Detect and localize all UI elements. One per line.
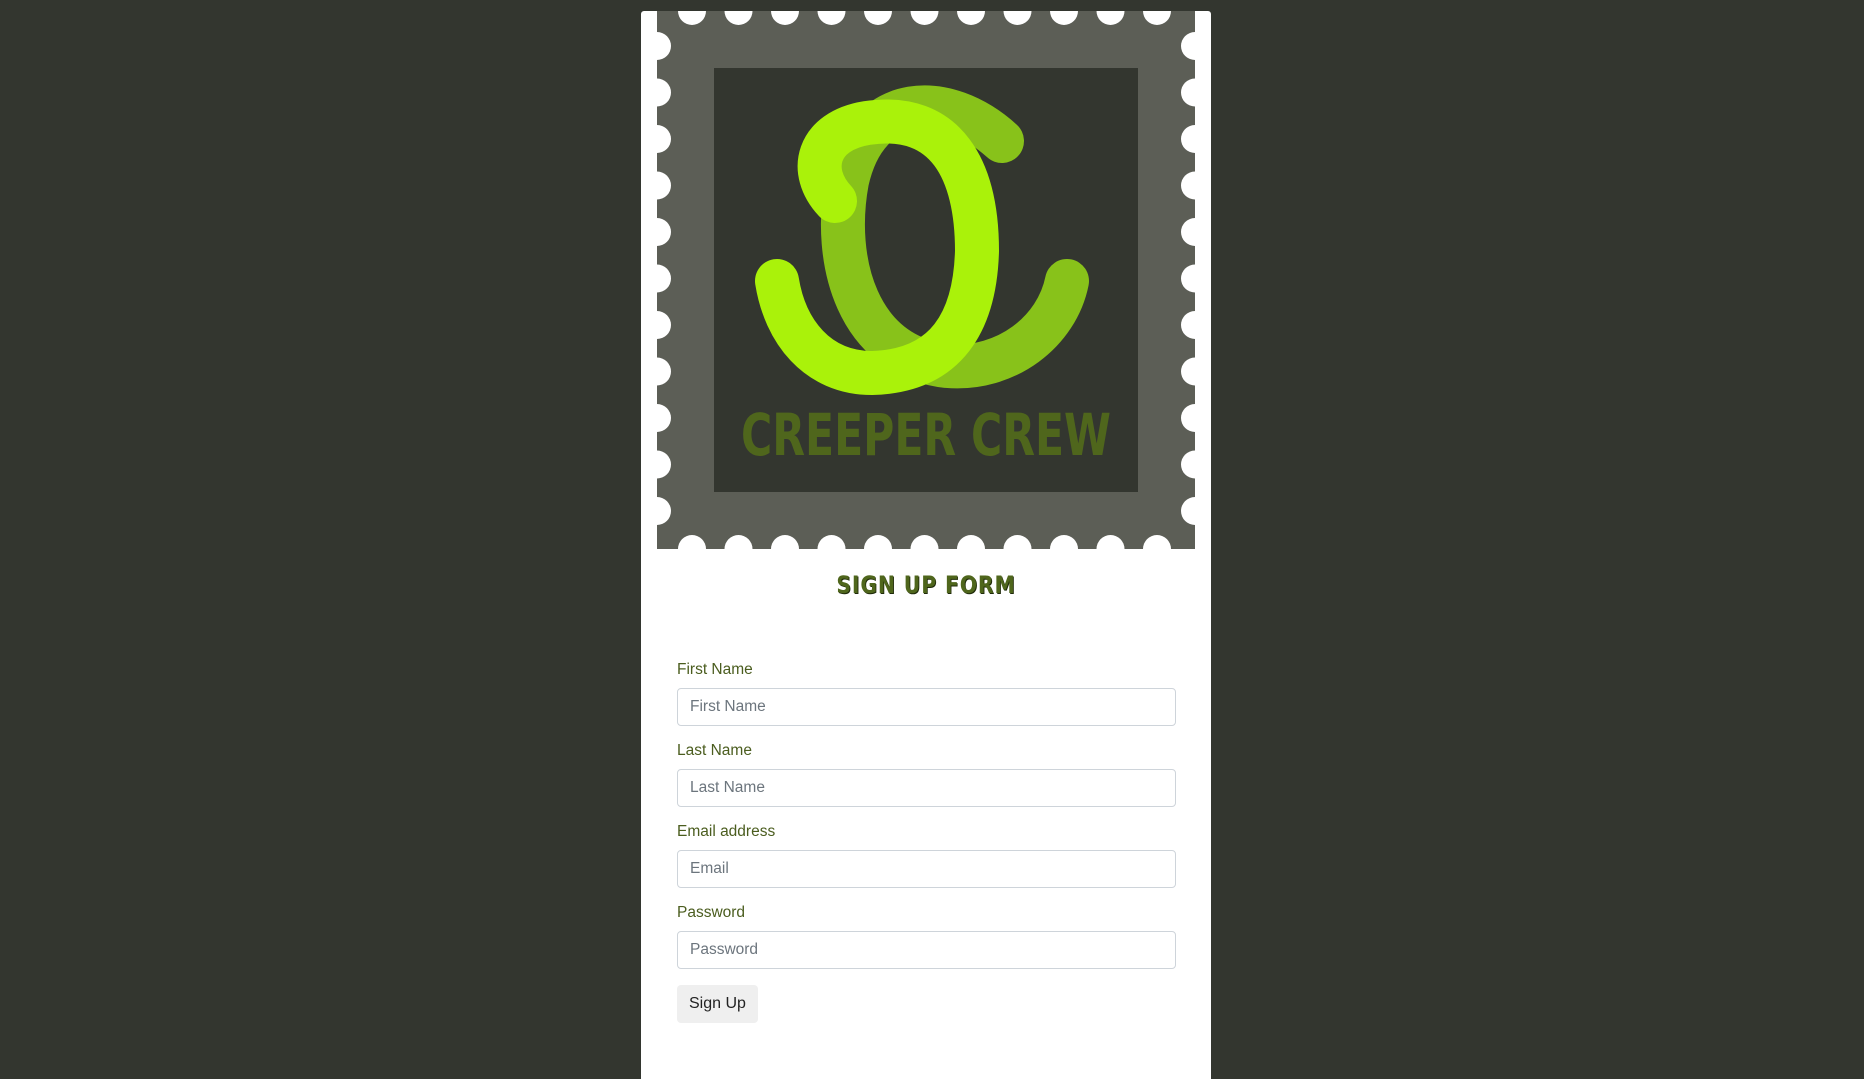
stamp-logo-image: CREEPER CREW bbox=[657, 11, 1195, 549]
email-group: Email address bbox=[677, 823, 1176, 888]
last-name-label: Last Name bbox=[677, 742, 752, 759]
first-name-input[interactable] bbox=[677, 688, 1176, 726]
form-title: SIGN UP FORM bbox=[836, 571, 1016, 599]
last-name-group: Last Name bbox=[677, 742, 1176, 807]
password-label: Password bbox=[677, 904, 746, 921]
first-name-label: First Name bbox=[677, 661, 753, 678]
password-group: Password bbox=[677, 904, 1176, 969]
brand-text: CREEPER CREW bbox=[741, 401, 1111, 469]
signup-card: CREEPER CREW SIGN UP FORM First Name Las… bbox=[641, 11, 1211, 1079]
signup-form: First Name Last Name Email address Passw… bbox=[677, 661, 1176, 1023]
email-input[interactable] bbox=[677, 850, 1176, 888]
last-name-input[interactable] bbox=[677, 769, 1176, 807]
email-label: Email address bbox=[677, 823, 776, 840]
creeper-crew-logo: CREEPER CREW bbox=[657, 11, 1195, 549]
first-name-group: First Name bbox=[677, 661, 1176, 726]
password-input[interactable] bbox=[677, 931, 1176, 969]
sign-up-button[interactable]: Sign Up bbox=[677, 985, 758, 1023]
